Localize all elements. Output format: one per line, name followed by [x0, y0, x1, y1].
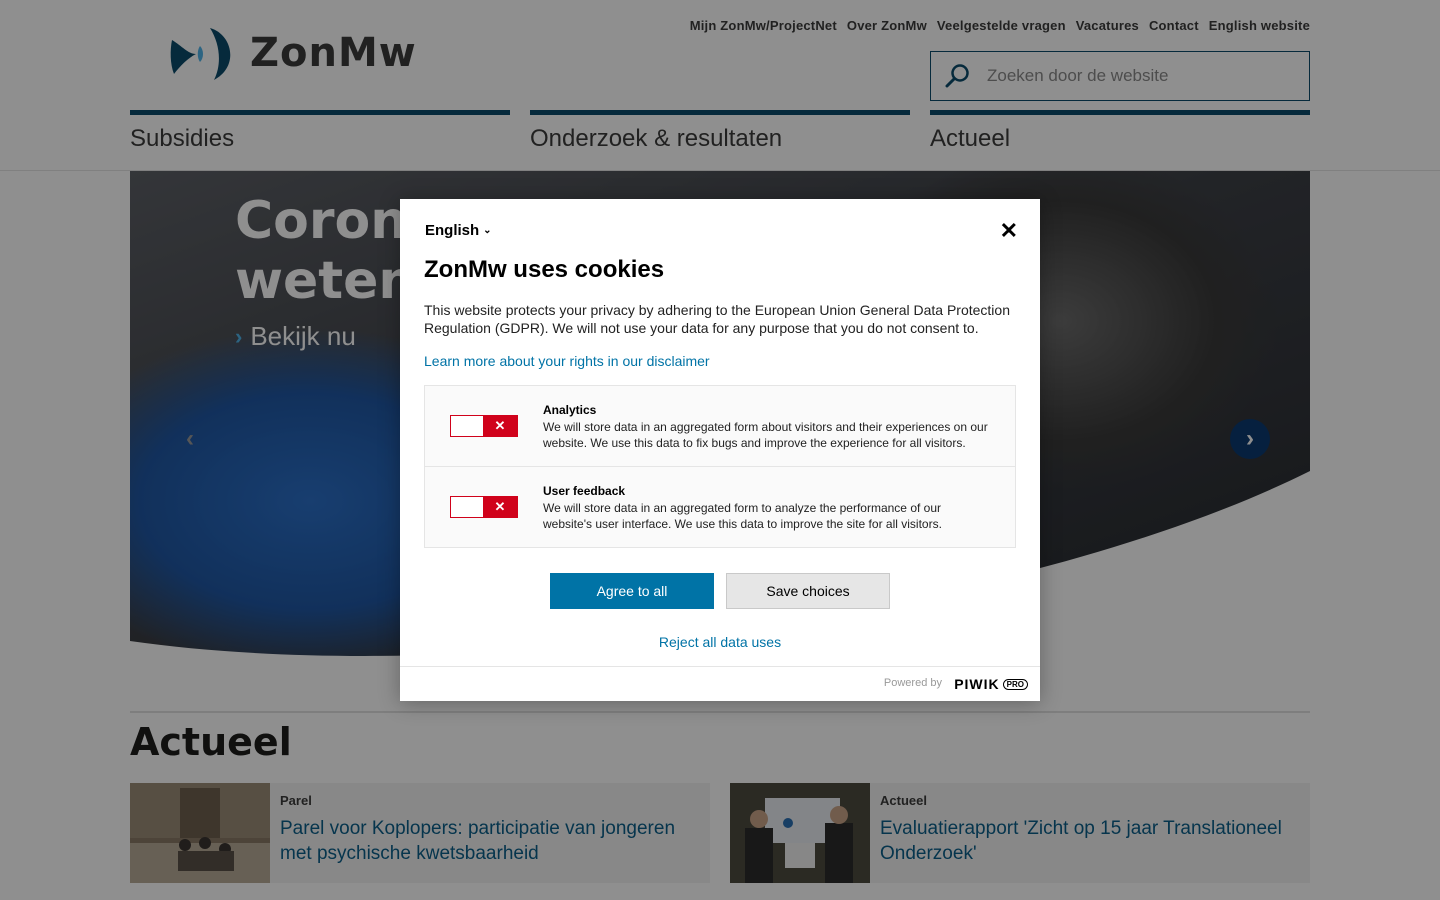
consent-option-name: User feedback — [543, 484, 626, 498]
cookie-dialog-title: ZonMw uses cookies — [424, 256, 665, 283]
disclaimer-link[interactable]: Learn more about your rights in our disc… — [424, 353, 710, 369]
piwik-pro-logo[interactable]: PIWIK PRO — [954, 676, 1028, 692]
reject-all-link[interactable]: Reject all data uses — [400, 634, 1040, 650]
cookie-dialog-intro: This website protects your privacy by ad… — [424, 302, 1010, 336]
close-icon[interactable]: ✕ — [1000, 218, 1018, 244]
language-selector-value: English — [425, 222, 480, 239]
save-choices-button[interactable]: Save choices — [726, 573, 890, 609]
analytics-toggle[interactable]: ✕ — [450, 415, 518, 437]
chevron-down-icon: ⌄ — [483, 225, 492, 236]
language-selector[interactable]: English ⌄ — [425, 222, 492, 239]
consent-option-analytics: ✕ Analytics We will store data in an agg… — [425, 386, 1015, 467]
powered-by-label: Powered by — [883, 677, 942, 689]
toggle-off-x-icon: ✕ — [483, 416, 517, 436]
consent-options: ✕ Analytics We will store data in an agg… — [424, 385, 1016, 548]
consent-option-user-feedback: ✕ User feedback We will store data in an… — [425, 467, 1015, 547]
user-feedback-toggle[interactable]: ✕ — [450, 496, 518, 518]
consent-option-description: We will store data in an aggregated form… — [543, 501, 942, 531]
toggle-off-x-icon: ✕ — [483, 497, 517, 517]
consent-option-name: Analytics — [543, 403, 597, 417]
cookie-consent-dialog: English ⌄ ✕ ZonMw uses cookies This webs… — [400, 199, 1040, 701]
consent-option-description: We will store data in an aggregated form… — [543, 420, 988, 450]
cookie-dialog-footer: Powered by PIWIK PRO — [400, 666, 1040, 701]
piwik-logo-pro: PRO — [1002, 678, 1028, 690]
piwik-logo-word: PIWIK — [954, 676, 1000, 692]
agree-to-all-button[interactable]: Agree to all — [550, 573, 714, 609]
